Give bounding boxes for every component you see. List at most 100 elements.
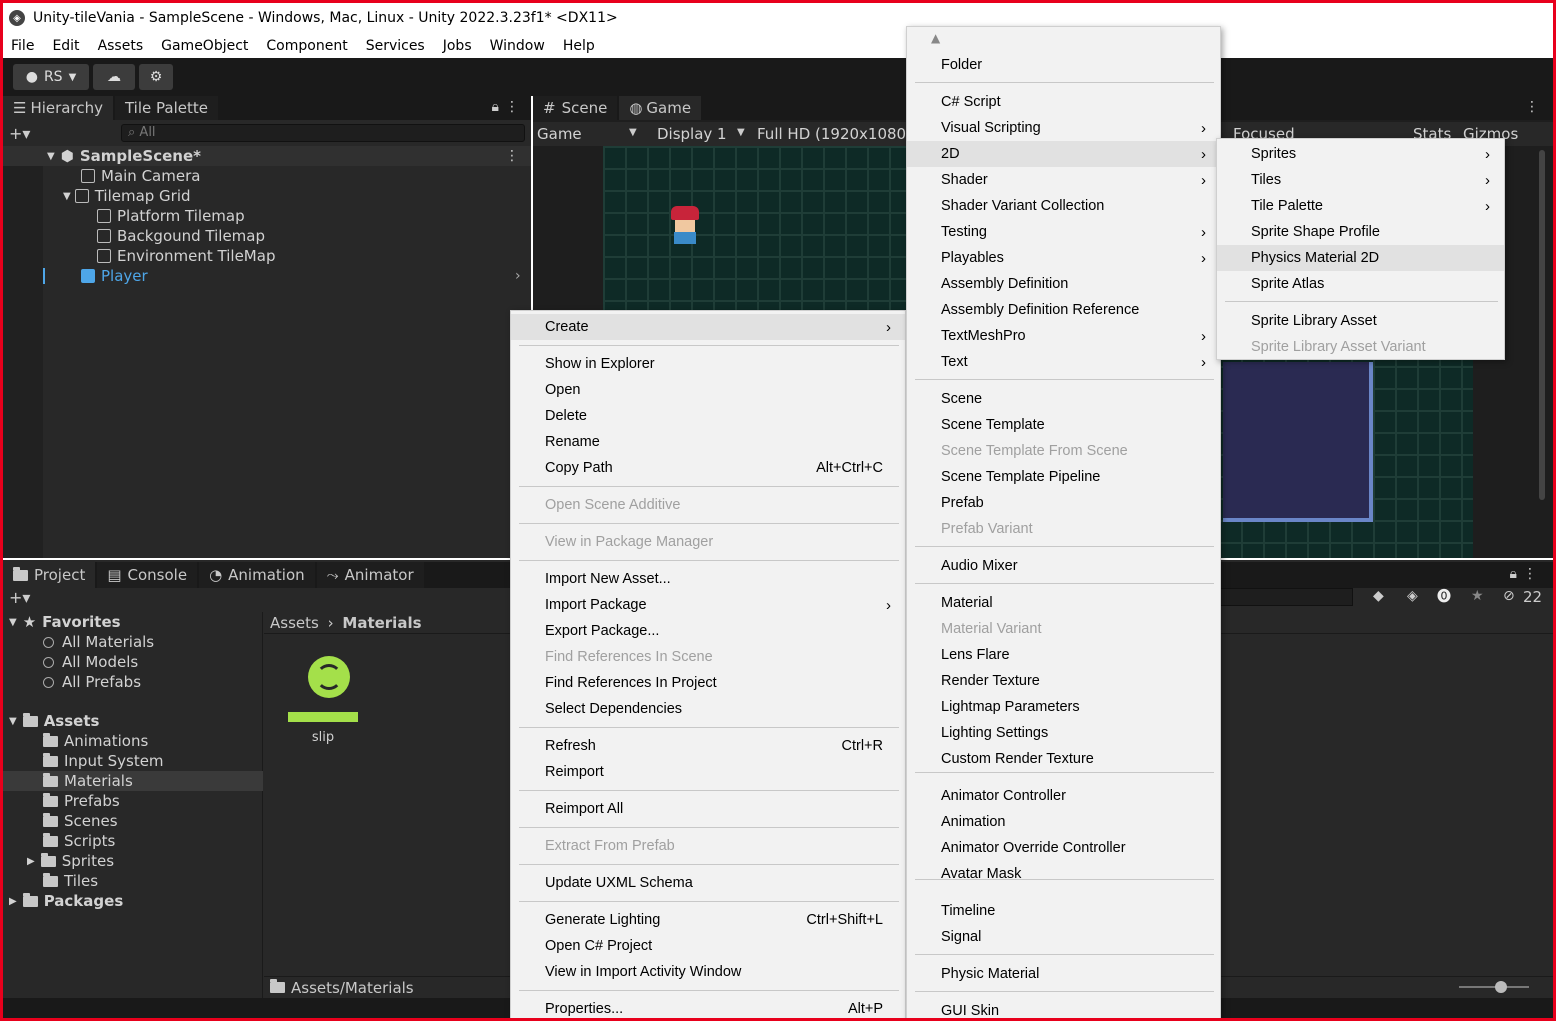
- menu-item-assembly-definition[interactable]: Assembly Definition: [907, 271, 1220, 297]
- cloud-button[interactable]: ☁: [93, 64, 135, 90]
- menu-item-folder[interactable]: Folder: [907, 52, 1220, 78]
- menu-item-refresh[interactable]: Refresh Ctrl+R: [511, 733, 905, 759]
- menu-item-assembly-definition-reference[interactable]: Assembly Definition Reference: [907, 297, 1220, 323]
- folder-sprites[interactable]: ▶ Sprites: [27, 851, 114, 871]
- scroll-up-icon[interactable]: ▲: [931, 31, 940, 45]
- menu-gameobject[interactable]: GameObject: [161, 38, 248, 54]
- menu-item-sprites[interactable]: Sprites ›: [1217, 141, 1504, 167]
- assets-folder-item[interactable]: ▼ Assets: [9, 711, 99, 731]
- menu-item-audio-mixer[interactable]: Audio Mixer: [907, 553, 1220, 579]
- menu-item-testing[interactable]: Testing ›: [907, 219, 1220, 245]
- menu-item-playables[interactable]: Playables ›: [907, 245, 1220, 271]
- create-asset-button[interactable]: +▾: [9, 588, 30, 607]
- menu-item-scene-template-pipeline[interactable]: Scene Template Pipeline: [907, 464, 1220, 490]
- menu-item-sprite-library-asset[interactable]: Sprite Library Asset: [1217, 308, 1504, 334]
- menu-item-shader[interactable]: Shader ›: [907, 167, 1220, 193]
- folder-scenes[interactable]: Scenes: [43, 811, 118, 831]
- tab-tile-palette[interactable]: Tile Palette: [114, 96, 218, 120]
- menu-item-animator-controller[interactable]: Animator Controller: [907, 783, 1220, 809]
- hierarchy-search-input[interactable]: ⌕ All: [121, 124, 525, 142]
- lock-icon[interactable]: 🔒︎: [492, 99, 499, 115]
- menu-item-export-package[interactable]: Export Package...: [511, 618, 905, 644]
- menu-item-render-texture[interactable]: Render Texture: [907, 668, 1220, 694]
- menu-file[interactable]: File: [11, 38, 34, 54]
- menu-item-open-c-project[interactable]: Open C# Project: [511, 933, 905, 959]
- hierarchy-item-tilemap-grid[interactable]: ▼ Tilemap Grid: [63, 186, 191, 206]
- folder-animations[interactable]: Animations: [43, 731, 148, 751]
- menu-item-timeline[interactable]: Timeline: [907, 898, 1220, 924]
- zoom-slider-handle[interactable]: [1495, 981, 1507, 993]
- menu-item-copy-path[interactable]: Copy Path Alt+Ctrl+C: [511, 455, 905, 481]
- menu-jobs[interactable]: Jobs: [443, 38, 472, 54]
- packages-folder-item[interactable]: ▶ Packages: [9, 891, 123, 911]
- favorite-all-prefabs[interactable]: All Prefabs: [43, 672, 141, 692]
- tab-console[interactable]: ▤ Console: [97, 562, 198, 588]
- lock-icon[interactable]: 🔒︎: [1510, 566, 1517, 582]
- menu-help[interactable]: Help: [563, 38, 595, 54]
- menu-component[interactable]: Component: [266, 38, 347, 54]
- menu-item-show-in-explorer[interactable]: Show in Explorer: [511, 351, 905, 377]
- menu-item-avatar-mask[interactable]: Avatar Mask: [907, 861, 1220, 887]
- menu-item-textmeshpro[interactable]: TextMeshPro ›: [907, 323, 1220, 349]
- more-options-icon[interactable]: ⋮: [1523, 566, 1537, 582]
- favorites-item[interactable]: ▼ ★ Favorites: [9, 612, 121, 632]
- display-dropdown[interactable]: Display 1: [657, 125, 727, 143]
- resolution-dropdown[interactable]: Full HD (1920x1080): [757, 125, 912, 143]
- menu-item-select-dependencies[interactable]: Select Dependencies: [511, 696, 905, 722]
- menu-item-lighting-settings[interactable]: Lighting Settings: [907, 720, 1220, 746]
- star-icon[interactable]: ★: [1471, 588, 1484, 604]
- menu-item-tiles[interactable]: Tiles ›: [1217, 167, 1504, 193]
- menu-item-visual-scripting[interactable]: Visual Scripting ›: [907, 115, 1220, 141]
- menu-window[interactable]: Window: [490, 38, 545, 54]
- folder-scripts[interactable]: Scripts: [43, 831, 115, 851]
- hierarchy-item-environment-tilemap[interactable]: Environment TileMap: [97, 246, 275, 266]
- menu-item-physics-material-2d[interactable]: Physics Material 2D: [1217, 245, 1504, 271]
- hierarchy-item-background-tilemap[interactable]: Backgound Tilemap: [97, 226, 265, 246]
- favorite-all-materials[interactable]: All Materials: [43, 632, 154, 652]
- menu-item-find-references-in-project[interactable]: Find References In Project: [511, 670, 905, 696]
- tab-hierarchy[interactable]: ☰ Hierarchy: [3, 96, 113, 120]
- menu-item-sprite-shape-profile[interactable]: Sprite Shape Profile: [1217, 219, 1504, 245]
- menu-item-lightmap-parameters[interactable]: Lightmap Parameters: [907, 694, 1220, 720]
- tab-game[interactable]: ◍ Game: [619, 96, 702, 120]
- breadcrumb-materials[interactable]: Materials: [342, 614, 421, 632]
- scene-options-icon[interactable]: ⋮: [505, 148, 519, 164]
- menu-item-sprite-atlas[interactable]: Sprite Atlas: [1217, 271, 1504, 297]
- alert-icon[interactable]: ⓿: [1437, 586, 1451, 606]
- menu-item-properties[interactable]: Properties... Alt+P: [511, 996, 905, 1021]
- menu-edit[interactable]: Edit: [52, 38, 79, 54]
- hierarchy-item-platform-tilemap[interactable]: Platform Tilemap: [97, 206, 245, 226]
- folder-tiles[interactable]: Tiles: [43, 871, 98, 891]
- menu-item-reimport-all[interactable]: Reimport All: [511, 796, 905, 822]
- hierarchy-item-main-camera[interactable]: Main Camera: [81, 166, 200, 186]
- menu-item-import-new-asset[interactable]: Import New Asset...: [511, 566, 905, 592]
- menu-item-tile-palette[interactable]: Tile Palette ›: [1217, 193, 1504, 219]
- folder-input-system[interactable]: Input System: [43, 751, 164, 771]
- favorite-all-models[interactable]: All Models: [43, 652, 138, 672]
- add-object-button[interactable]: +▾: [9, 124, 30, 143]
- menu-services[interactable]: Services: [366, 38, 425, 54]
- menu-item-material[interactable]: Material: [907, 590, 1220, 616]
- folder-prefabs[interactable]: Prefabs: [43, 791, 120, 811]
- hidden-packages-icon[interactable]: ⊘: [1503, 588, 1515, 604]
- tab-scene[interactable]: # Scene: [533, 96, 618, 120]
- breadcrumb-assets[interactable]: Assets: [270, 614, 319, 632]
- menu-item-prefab[interactable]: Prefab: [907, 490, 1220, 516]
- menu-assets[interactable]: Assets: [98, 38, 144, 54]
- menu-item-lens-flare[interactable]: Lens Flare: [907, 642, 1220, 668]
- menu-item-physic-material[interactable]: Physic Material: [907, 961, 1220, 987]
- menu-item-animator-override-controller[interactable]: Animator Override Controller: [907, 835, 1220, 861]
- menu-item-2d[interactable]: 2D ›: [907, 141, 1220, 167]
- menu-item-shader-variant-collection[interactable]: Shader Variant Collection: [907, 193, 1220, 219]
- project-search-input[interactable]: [1213, 588, 1353, 606]
- tab-animator[interactable]: ⤳ Animator: [316, 562, 424, 588]
- asset-tile-slip[interactable]: slip: [288, 656, 358, 756]
- menu-item-update-uxml-schema[interactable]: Update UXML Schema: [511, 870, 905, 896]
- menu-item-create[interactable]: Create ›: [511, 314, 905, 340]
- menu-item-reimport[interactable]: Reimport: [511, 759, 905, 785]
- filter-by-label-icon[interactable]: ◈: [1407, 588, 1418, 604]
- hierarchy-item-player[interactable]: Player: [81, 266, 148, 286]
- tab-project[interactable]: Project: [3, 562, 96, 588]
- game-view-scrollbar[interactable]: [1539, 150, 1545, 500]
- zoom-slider[interactable]: [1459, 981, 1529, 993]
